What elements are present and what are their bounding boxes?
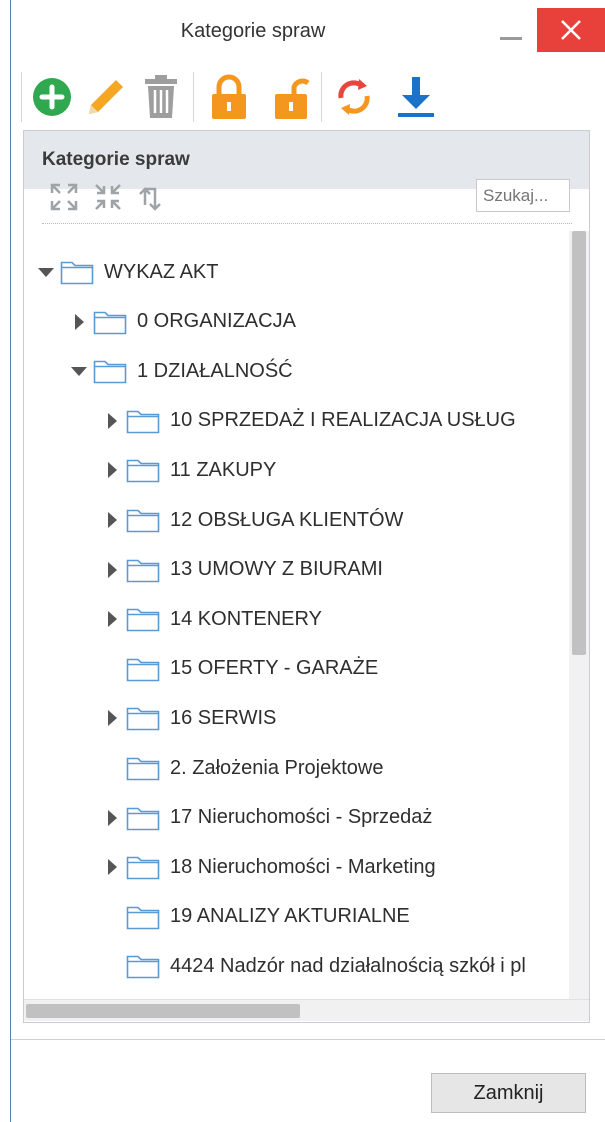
caret-right-icon[interactable]: [102, 808, 122, 828]
tree-node-label: 18 Nieruchomości - Marketing: [170, 855, 436, 878]
folder-icon: [126, 410, 160, 434]
download-button[interactable]: [391, 70, 441, 124]
tree-node-label: 19 ANALIZY AKTURIALNE: [170, 905, 410, 928]
caret-right-icon[interactable]: [102, 609, 122, 629]
lock-button[interactable]: [204, 70, 254, 124]
caret-right-icon[interactable]: [102, 411, 122, 431]
tree-node[interactable]: 11 ZAKUPY: [102, 450, 276, 490]
tree-node-label: 15 OFERTY - GARAŻE: [170, 657, 379, 680]
caret-right-icon[interactable]: [102, 708, 122, 728]
tree-node-label: 1 DZIAŁALNOŚĆ: [137, 359, 293, 382]
tree-node[interactable]: 13 UMOWY Z BIURAMI: [102, 550, 383, 590]
caret-right-icon[interactable]: [69, 312, 89, 332]
plus-circle-icon: [33, 78, 71, 116]
close-window-button[interactable]: [537, 8, 605, 52]
folder-icon: [126, 708, 160, 731]
sync-icon: [338, 79, 370, 115]
tree-node[interactable]: 16 SERWIS: [102, 698, 276, 738]
panel-title: Kategorie spraw: [42, 149, 190, 170]
tree-node[interactable]: 14 KONTENERY: [102, 599, 322, 639]
folder-icon: [126, 856, 160, 880]
tree-node[interactable]: 0 ORGANIZACJA: [69, 302, 296, 342]
tree-node[interactable]: 2. Założenia Projektowe: [102, 748, 383, 788]
folder-icon: [93, 360, 127, 384]
tree-node[interactable]: 15 OFERTY - GARAŻE: [102, 649, 378, 689]
close-icon: [561, 20, 581, 40]
pencil-icon: [89, 80, 123, 114]
tree-node-label: 13 UMOWY Z BIURAMI: [170, 558, 383, 581]
minimize-button[interactable]: [500, 30, 522, 40]
categories-panel: Kategorie spraw Szukaj... WYKAZ AKT 0 OR…: [23, 130, 590, 1023]
vertical-scrollbar[interactable]: [569, 231, 589, 999]
tree-node[interactable]: WYKAZ AKT: [36, 252, 218, 292]
tree-node[interactable]: 19 ANALIZY AKTURIALNE: [102, 897, 410, 937]
refresh-icon: [139, 187, 161, 211]
folder-icon: [126, 460, 160, 483]
edit-button[interactable]: [81, 70, 131, 124]
tree-node-label: 0 ORGANIZACJA: [137, 310, 296, 333]
folder-icon: [126, 509, 160, 533]
tree-node-label: 14 KONTENERY: [170, 607, 322, 630]
tree-node[interactable]: 10 SPRZEDAŻ I REALIZACJA USŁUG: [102, 401, 516, 441]
footer-divider: [11, 1039, 605, 1040]
expand-all-button[interactable]: [46, 179, 82, 215]
tree-node-label: 17 Nieruchomości - Sprzedaż: [170, 806, 433, 829]
category-tree: WYKAZ AKT 0 ORGANIZACJA 1 DZIAŁALNOŚĆ 10 SP…: [24, 227, 558, 999]
tree-node[interactable]: 18 Nieruchomości - Marketing: [102, 847, 436, 887]
collapse-all-icon: [95, 184, 121, 210]
lock-closed-icon: [212, 74, 246, 119]
caret-right-icon[interactable]: [102, 460, 122, 480]
divider: [42, 223, 572, 224]
delete-button[interactable]: [136, 70, 186, 124]
download-icon: [398, 77, 434, 117]
sync-button[interactable]: [329, 70, 379, 124]
expand-all-icon: [50, 183, 78, 211]
tree-node[interactable]: 17 Nieruchomości - Sprzedaż: [102, 798, 432, 838]
tree-node-label: WYKAZ AKT: [104, 260, 219, 283]
folder-icon: [126, 956, 160, 979]
tree-node-label: 2. Założenia Projektowe: [170, 756, 384, 779]
window-title: Kategorie spraw: [180, 20, 326, 42]
caret-right-icon[interactable]: [102, 857, 122, 877]
search-input[interactable]: [476, 179, 570, 212]
folder-icon: [126, 757, 160, 781]
caret-down-icon[interactable]: [69, 361, 89, 381]
toolbar-separator: [321, 72, 322, 122]
dialog-window: Kategorie spraw Kategorie spraw Szukaj..…: [10, 0, 605, 1122]
toolbar: [21, 66, 451, 126]
tree-node[interactable]: 4424 Nadzór nad działalnością szkół i pl: [102, 946, 526, 986]
tree-node[interactable]: 12 OBSŁUGA KLIENTÓW: [102, 500, 403, 540]
caret-right-icon[interactable]: [102, 560, 122, 580]
folder-icon: [126, 807, 160, 830]
add-button[interactable]: [27, 70, 77, 124]
vertical-scroll-thumb[interactable]: [572, 231, 586, 655]
tree-node-label: 4424 Nadzór nad działalnością szkół i pl: [170, 954, 526, 977]
toolbar-separator: [193, 72, 194, 122]
lock-open-icon: [275, 78, 310, 119]
tree-node-label: 12 OBSŁUGA KLIENTÓW: [170, 508, 404, 531]
unlock-button[interactable]: [267, 70, 317, 124]
folder-icon: [93, 311, 127, 334]
folder-icon: [126, 658, 160, 682]
tree-node-label: 16 SERWIS: [170, 706, 277, 729]
horizontal-scroll-thumb[interactable]: [26, 1004, 300, 1018]
trash-icon: [145, 75, 177, 118]
folder-icon: [126, 608, 160, 632]
refresh-button[interactable]: [132, 179, 168, 215]
toolbar-separator: [21, 72, 22, 122]
tree-node-label: 10 SPRZEDAŻ I REALIZACJA USŁUG: [170, 409, 516, 432]
collapse-all-button[interactable]: [90, 179, 126, 215]
folder-icon: [126, 559, 160, 582]
close-button[interactable]: Zamknij: [431, 1073, 586, 1113]
caret-down-icon[interactable]: [36, 262, 56, 282]
caret-right-icon[interactable]: [102, 510, 122, 530]
tree-node-label: 11 ZAKUPY: [170, 458, 277, 481]
folder-icon: [126, 906, 160, 930]
title-bar: Kategorie spraw: [11, 0, 605, 62]
horizontal-scrollbar[interactable]: [24, 999, 589, 1021]
tree-node[interactable]: 1 DZIAŁALNOŚĆ: [69, 351, 293, 391]
panel-tools: [46, 179, 186, 217]
folder-icon: [60, 261, 94, 285]
